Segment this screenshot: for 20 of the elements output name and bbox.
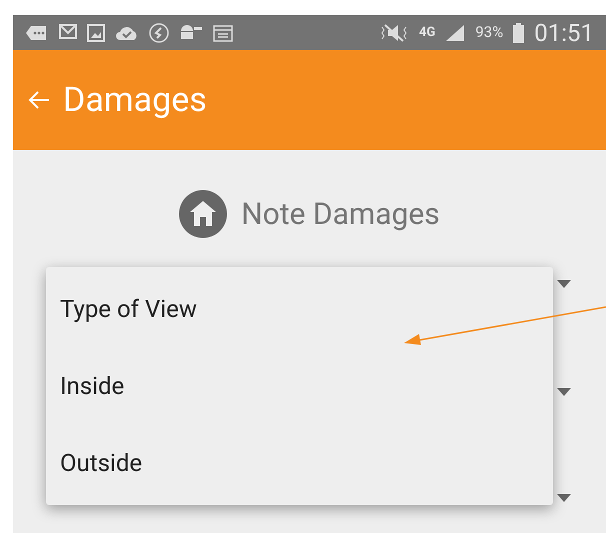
dropdown-caret-icon[interactable] xyxy=(557,388,571,396)
chat-icon xyxy=(25,24,47,40)
battery-icon xyxy=(513,22,524,42)
signal-icon xyxy=(445,24,466,42)
menu-item[interactable]: Inside xyxy=(46,368,553,404)
menu-item[interactable]: Outside xyxy=(46,444,553,481)
mail-icon xyxy=(57,24,77,42)
app-bar-title: Damages xyxy=(63,78,207,122)
network-type: 4G xyxy=(419,26,436,39)
dropdown-caret-icon[interactable] xyxy=(557,494,571,502)
calendar-icon xyxy=(213,24,233,42)
cloud-check-icon xyxy=(115,24,139,40)
clock: 01:51 xyxy=(534,20,594,44)
house-icon xyxy=(179,190,228,238)
menu-item[interactable]: Type of View xyxy=(46,291,553,328)
section-title: Note Damages xyxy=(241,196,440,234)
battery-percent: 93% xyxy=(475,22,504,44)
mute-vibrate-icon xyxy=(379,24,410,42)
image-icon xyxy=(87,24,105,42)
dropdown-caret-icon[interactable] xyxy=(557,280,571,288)
